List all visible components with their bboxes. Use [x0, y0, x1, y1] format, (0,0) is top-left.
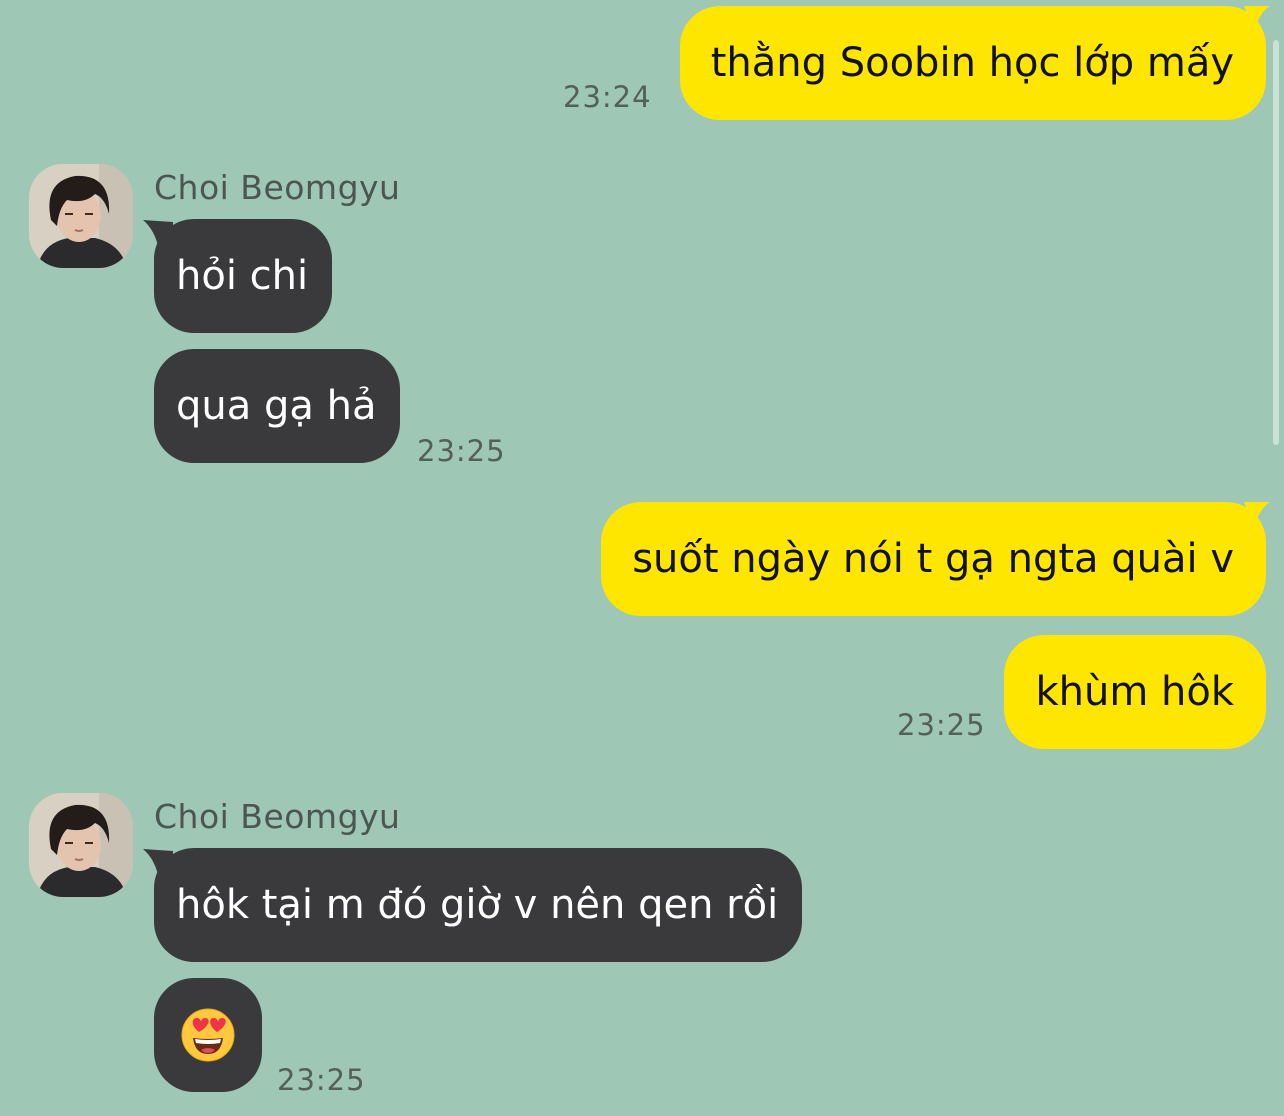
- incoming-message-bubble[interactable]: hôk tại m đó giờ v nên qen rồi: [154, 848, 803, 962]
- message-text: qua gạ hả: [176, 383, 377, 429]
- contact-avatar[interactable]: [29, 164, 133, 268]
- message-text: suốt ngày nói t gạ ngta quài v: [632, 536, 1234, 582]
- avatar-photo-icon: [29, 164, 133, 268]
- scrollbar[interactable]: [1273, 40, 1279, 445]
- message-timestamp: 23:24: [563, 80, 652, 114]
- message-timestamp: 23:25: [277, 1063, 366, 1097]
- contact-avatar[interactable]: [29, 793, 133, 897]
- outgoing-message-bubble[interactable]: suốt ngày nói t gạ ngta quài v: [601, 502, 1266, 616]
- avatar-photo-icon: [29, 793, 133, 897]
- message-text: hỏi chi: [176, 253, 309, 299]
- incoming-message-bubble[interactable]: hỏi chi: [154, 219, 333, 333]
- message-timestamp: 23:25: [417, 434, 506, 468]
- contact-name: Choi Beomgyu: [154, 797, 401, 836]
- message-text: hôk tại m đó giờ v nên qen rồi: [176, 882, 779, 928]
- message-text: khùm hôk: [1035, 669, 1234, 715]
- contact-name: Choi Beomgyu: [154, 168, 401, 207]
- incoming-message-bubble[interactable]: [154, 978, 262, 1092]
- message-timestamp: 23:25: [897, 708, 986, 742]
- heart-eyes-emoji-icon: [181, 1008, 235, 1062]
- outgoing-message-bubble[interactable]: khùm hôk: [1004, 635, 1266, 749]
- incoming-message-bubble[interactable]: qua gạ hả: [154, 349, 401, 463]
- message-text: thằng Soobin học lớp mấy: [710, 40, 1234, 86]
- outgoing-message-bubble[interactable]: thằng Soobin học lớp mấy: [679, 6, 1266, 120]
